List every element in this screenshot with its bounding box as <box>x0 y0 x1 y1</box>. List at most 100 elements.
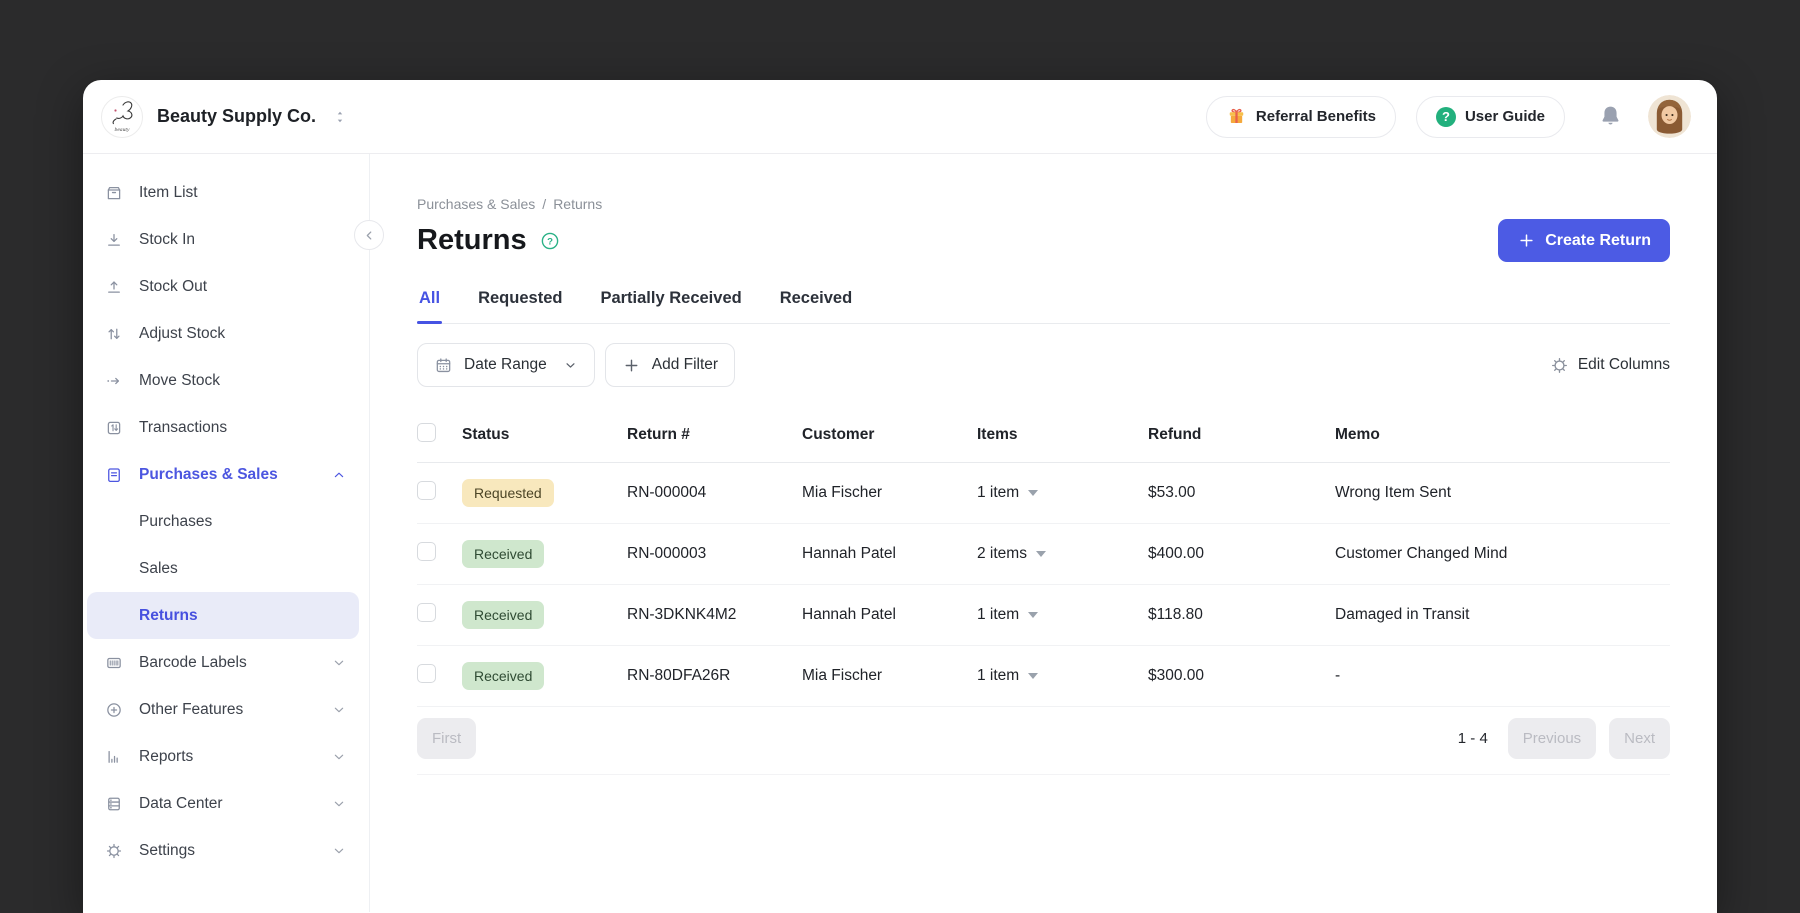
transactions-icon <box>105 419 123 437</box>
breadcrumb-parent[interactable]: Purchases & Sales <box>417 196 535 212</box>
sidebar-item-purchases[interactable]: Purchases <box>83 498 369 545</box>
table-row[interactable]: ReceivedRN-80DFA26RMia Fischer1 item$300… <box>417 646 1670 707</box>
svg-text:?: ? <box>547 236 553 247</box>
sidebar-item-returns[interactable]: Returns <box>87 592 359 639</box>
row-checkbox-cell <box>417 603 462 627</box>
previous-page-button[interactable]: Previous <box>1508 718 1596 759</box>
items-dropdown[interactable]: 2 items <box>977 545 1148 563</box>
sidebar-item-adjust-stock[interactable]: Adjust Stock <box>83 310 369 357</box>
returns-table: StatusReturn #CustomerItemsRefundMemo Re… <box>417 408 1670 707</box>
table-row[interactable]: RequestedRN-000004Mia Fischer1 item$53.0… <box>417 463 1670 524</box>
breadcrumb-current: Returns <box>553 196 602 212</box>
cell-return-number: RN-80DFA26R <box>627 667 802 685</box>
gear-icon <box>1550 356 1569 375</box>
tab-all[interactable]: All <box>417 289 442 323</box>
sidebar-item-transactions[interactable]: Transactions <box>83 404 369 451</box>
filter-bar: Date Range Add Filter <box>417 343 1670 387</box>
sidebar-item-label: Purchases <box>139 513 347 531</box>
adjust-stock-icon <box>105 325 123 343</box>
bell-icon <box>1597 103 1624 130</box>
sidebar-nav: Item List Stock In Stock Out Adjust Stock Mo… <box>83 169 369 874</box>
user-guide-button[interactable]: ? User Guide <box>1416 96 1565 138</box>
tab-partially-received[interactable]: Partially Received <box>598 289 743 323</box>
first-page-button[interactable]: First <box>417 718 476 759</box>
gift-icon <box>1226 106 1247 127</box>
page-range-label: 1 - 4 <box>1458 730 1488 747</box>
cell-customer: Mia Fischer <box>802 667 977 685</box>
referral-benefits-label: Referral Benefits <box>1256 108 1376 125</box>
user-guide-label: User Guide <box>1465 108 1545 125</box>
chevron-down-icon <box>331 796 347 812</box>
cell-items: 1 item <box>977 606 1148 624</box>
settings-icon <box>105 842 123 860</box>
create-return-button[interactable]: Create Return <box>1498 219 1670 262</box>
select-all-checkbox[interactable] <box>417 423 436 442</box>
cell-items: 1 item <box>977 484 1148 502</box>
top-bar: beauty Beauty Supply Co. <box>83 80 1717 154</box>
row-checkbox-cell <box>417 664 462 688</box>
sidebar-item-item-list[interactable]: Item List <box>83 169 369 216</box>
purchases-sales-icon <box>105 466 123 484</box>
row-checkbox[interactable] <box>417 603 436 622</box>
column-header-return: Return # <box>627 426 802 444</box>
sidebar-item-label: Other Features <box>139 701 331 719</box>
sidebar-item-reports[interactable]: Reports <box>83 733 369 780</box>
row-checkbox[interactable] <box>417 481 436 500</box>
calendar-icon <box>434 356 453 375</box>
sidebar-item-label: Purchases & Sales <box>139 466 331 484</box>
barcode-labels-icon <box>105 654 123 672</box>
sidebar-item-stock-in[interactable]: Stock In <box>83 216 369 263</box>
sidebar-item-sales[interactable]: Sales <box>83 545 369 592</box>
cell-memo: Wrong Item Sent <box>1335 484 1670 502</box>
chevron-left-icon <box>362 228 377 243</box>
stock-in-icon <box>105 231 123 249</box>
sidebar-item-label: Stock Out <box>139 278 347 296</box>
items-dropdown[interactable]: 1 item <box>977 667 1148 685</box>
collapse-sidebar-button[interactable] <box>354 220 384 250</box>
next-page-button[interactable]: Next <box>1609 718 1670 759</box>
column-header-items: Items <box>977 426 1148 444</box>
cell-memo: - <box>1335 667 1670 685</box>
notifications-button[interactable] <box>1597 103 1624 130</box>
items-dropdown[interactable]: 1 item <box>977 484 1148 502</box>
referral-benefits-button[interactable]: Referral Benefits <box>1206 96 1396 138</box>
sidebar-item-barcode-labels[interactable]: Barcode Labels <box>83 639 369 686</box>
app-window: beauty Beauty Supply Co. <box>83 80 1717 913</box>
tab-bar: All Requested Partially Received Received <box>417 289 1670 324</box>
cell-customer: Mia Fischer <box>802 484 977 502</box>
cell-items: 2 items <box>977 545 1148 563</box>
status-badge: Received <box>462 601 544 629</box>
date-range-filter[interactable]: Date Range <box>417 343 595 387</box>
caret-down-icon <box>1028 612 1038 618</box>
sidebar-item-purchases-sales[interactable]: Purchases & Sales <box>83 451 369 498</box>
items-dropdown[interactable]: 1 item <box>977 606 1148 624</box>
sidebar-item-label: Stock In <box>139 231 347 249</box>
sidebar-item-other-features[interactable]: Other Features <box>83 686 369 733</box>
help-icon[interactable]: ? <box>539 230 561 252</box>
company-name: Beauty Supply Co. <box>157 106 316 127</box>
tab-requested[interactable]: Requested <box>476 289 564 323</box>
stock-out-icon <box>105 278 123 296</box>
workspace-switcher[interactable]: beauty Beauty Supply Co. <box>101 96 350 138</box>
cell-items: 1 item <box>977 667 1148 685</box>
row-checkbox[interactable] <box>417 542 436 561</box>
sidebar-item-label: Adjust Stock <box>139 325 347 343</box>
sidebar-item-move-stock[interactable]: Move Stock <box>83 357 369 404</box>
row-checkbox[interactable] <box>417 664 436 683</box>
table-row[interactable]: ReceivedRN-000003Hannah Patel2 items$400… <box>417 524 1670 585</box>
table-row[interactable]: ReceivedRN-3DKNK4M2Hannah Patel1 item$11… <box>417 585 1670 646</box>
sidebar-item-settings[interactable]: Settings <box>83 827 369 874</box>
tab-received[interactable]: Received <box>778 289 854 323</box>
selector-arrows-icon <box>330 107 350 127</box>
cell-refund: $400.00 <box>1148 545 1335 563</box>
column-header-status: Status <box>462 426 627 444</box>
edit-columns-button[interactable]: Edit Columns <box>1550 356 1670 375</box>
add-filter-button[interactable]: Add Filter <box>605 343 735 387</box>
chevron-down-icon <box>331 702 347 718</box>
status-badge: Requested <box>462 479 554 507</box>
sidebar-item-data-center[interactable]: Data Center <box>83 780 369 827</box>
sidebar-item-stock-out[interactable]: Stock Out <box>83 263 369 310</box>
caret-down-icon <box>1028 673 1038 679</box>
user-avatar[interactable] <box>1648 95 1691 138</box>
company-logo: beauty <box>101 96 143 138</box>
